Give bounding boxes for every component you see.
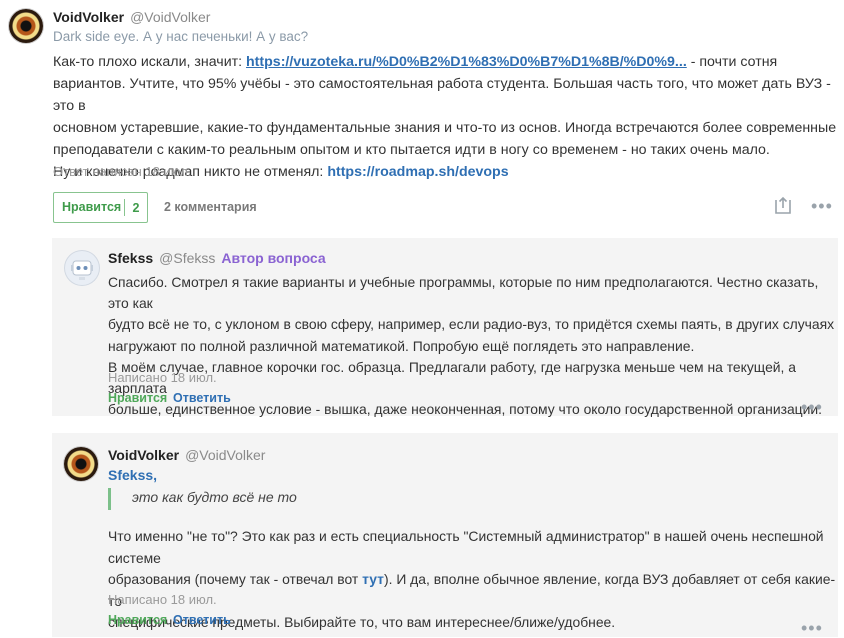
comment-line: будто всё не то, с уклоном в свою сферу,… [108,316,835,333]
answer-text-segment: - почти сотня [686,54,778,70]
comment-more-icon[interactable]: ••• [801,398,823,416]
author-avatar[interactable] [9,9,43,43]
commenter-handle[interactable]: @VoidVolker [185,447,265,463]
answer-line: вариантов. Учтите, что 95% учёбы - это с… [53,76,831,114]
answer-line: Как-то плохо искали, значит: https://vuz… [53,51,843,73]
author-subtitle: Dark side eye. А у нас печеньки! А у вас… [53,29,309,44]
commenter-handle[interactable]: @Sfekss [159,250,215,266]
vuzoteka-link[interactable]: https://vuzoteka.ru/%D0%B2%D1%83%D0%B7%D… [246,54,687,70]
comment-reply-button[interactable]: Ответить [173,391,231,405]
answer-text-segment: Как-то плохо искали, значит: [53,54,247,70]
commenter-avatar[interactable] [64,447,98,481]
comment-more-icon[interactable]: ••• [801,619,823,637]
author-handle[interactable]: @VoidVolker [130,9,210,25]
commenter-line: VoidVolker @VoidVolker [108,447,265,463]
like-button[interactable]: Нравится 2 [53,192,148,223]
comment-like-button[interactable]: Нравится [108,391,167,405]
roadmap-link[interactable]: https://roadmap.sh/devops [327,164,508,180]
more-options-icon[interactable]: ••• [811,197,833,215]
commenter-name[interactable]: VoidVolker [108,447,179,463]
answer-line: основном устаревшие, какие-то фундамента… [53,120,837,136]
commenter-avatar[interactable] [65,251,99,285]
quote-bar [108,488,111,510]
robot-avatar-icon [71,260,93,280]
share-icon[interactable] [773,196,793,216]
commenter-name[interactable]: Sfekss [108,250,153,266]
quote-header: Sfekss, [108,467,157,483]
tut-link[interactable]: тут [362,571,384,587]
comment-meta: Написано 18 июл. [108,592,217,607]
comment-like-button[interactable]: Нравится [108,613,167,627]
comment-text-segment: образования (почему так - отвечал вот [108,571,363,587]
author-line: VoidVolker @VoidVolker [53,9,210,25]
comment-reply-button[interactable]: Ответить [173,613,231,627]
like-button-label: Нравится [54,199,125,216]
author-name[interactable]: VoidVolker [53,9,124,25]
answer-meta: Ответ написан 18 июл. [53,164,192,179]
quote-text: это как будто всё не то [132,489,297,505]
comments-toggle-link[interactable]: 2 комментария [164,200,257,214]
quoted-user-link[interactable]: Sfekss, [108,467,157,483]
comment-line: нагружают по полной различной математико… [108,337,695,354]
like-count: 2 [132,200,140,215]
question-author-badge: Автор вопроса [221,250,326,266]
comment-meta: Написано 18 июл. [108,370,217,385]
comment-line: образования (почему так - отвечал вот ту… [108,569,838,612]
comment-line: Что именно "не то"? Это как раз и есть с… [108,528,824,566]
answer-line: преподаватели с каким-то реальным опытом… [53,142,770,158]
comment-line: Спасибо. Смотрел я такие варианты и учеб… [108,274,819,312]
commenter-line: Sfekss @Sfekss Автор вопроса [108,250,326,266]
